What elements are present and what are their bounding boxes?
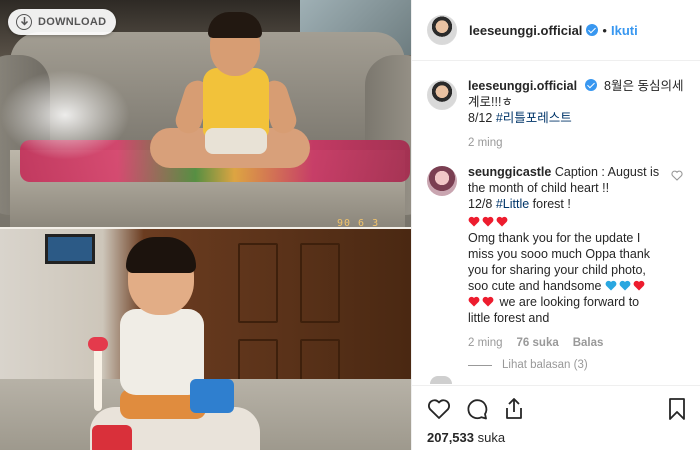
replies-line <box>468 364 492 366</box>
ride-on-toy-handle <box>94 341 102 411</box>
download-label: DOWNLOAD <box>38 16 107 28</box>
heart-icon[interactable] <box>671 170 683 181</box>
child-hair <box>208 12 262 38</box>
caption-line-1: 8월은 동심의세 <box>604 79 684 93</box>
red-heart-emoji <box>482 296 494 307</box>
blue-heart-emoji <box>619 280 631 291</box>
likes-count[interactable]: 207,533 suka <box>427 430 686 445</box>
photo-flash-glare <box>0 70 130 160</box>
caption-text: leeseunggi.official 8월은 동심의세 계로!!!ㅎ 8/12… <box>468 78 683 126</box>
red-heart-emoji <box>482 216 494 227</box>
photo-tv <box>45 234 95 264</box>
comment-meta: 2 ming 76 suka Balas <box>468 337 676 349</box>
verified-icon <box>586 24 599 36</box>
caption-line-2: 계로!!!ㅎ <box>468 95 513 109</box>
caption-time[interactable]: 2 ming <box>468 137 503 149</box>
post-photo[interactable]: 90 6 3 DOWNLOAD <box>0 0 411 450</box>
view-replies[interactable]: Lihat balasan (3) <box>468 359 676 371</box>
comment-time[interactable]: 2 ming <box>468 337 503 349</box>
comment-body-line-4: soo cute and handsome <box>468 279 602 293</box>
comment-body-line-6: little forest and <box>468 311 550 325</box>
comment-line-3-suffix: forest ! <box>529 197 571 211</box>
red-hearts-row <box>468 214 676 230</box>
caption-hashtag[interactable]: #리틀포레스트 <box>496 111 572 125</box>
caption-username[interactable]: leeseunggi.official <box>468 79 577 93</box>
ride-on-toy-handle-top <box>88 337 108 351</box>
red-heart-emoji <box>468 216 480 227</box>
red-heart-emoji <box>468 296 480 307</box>
post-side-panel: leeseunggi.official • Ikuti leeseunggi.o… <box>411 0 700 450</box>
comment-line-2: the month of child heart !! <box>468 181 610 195</box>
comment-username[interactable]: seunggicastle <box>468 165 551 179</box>
caption-body: leeseunggi.official 8월은 동심의세 계로!!!ㅎ 8/12… <box>468 78 683 149</box>
comment-line-3-prefix: 12/8 <box>468 197 496 211</box>
comment-body-line-3: you for sharing your child photo, <box>468 263 646 277</box>
comment-body-line-2: miss you sooo much Oppa thank <box>468 247 651 261</box>
avatar <box>430 376 452 384</box>
blue-heart-emoji <box>605 280 617 291</box>
child-shorts <box>205 128 267 154</box>
comment-icon[interactable] <box>465 397 489 421</box>
action-icons <box>427 396 686 422</box>
view-replies-label: Lihat balasan (3) <box>502 359 588 371</box>
comment-line-1: Caption : August is <box>554 165 660 179</box>
red-heart-emoji <box>633 280 645 291</box>
comment-row: seunggicastle Caption : August is the mo… <box>427 164 685 371</box>
comment-text: seunggicastle Caption : August is the mo… <box>468 164 676 326</box>
bookmark-icon[interactable] <box>668 397 686 421</box>
door-panel <box>238 243 278 323</box>
avatar[interactable] <box>427 166 457 196</box>
comments-list[interactable]: leeseunggi.official 8월은 동심의세 계로!!!ㅎ 8/12… <box>412 62 700 380</box>
download-icon <box>16 14 32 30</box>
comment-likes[interactable]: 76 suka <box>517 337 559 349</box>
comment-body-line-1: Omg thank you for the update I <box>468 231 641 245</box>
share-icon[interactable] <box>503 397 525 421</box>
red-heart-emoji <box>496 216 508 227</box>
comment-body: seunggicastle Caption : August is the mo… <box>468 164 676 371</box>
reply-button[interactable]: Balas <box>573 337 604 349</box>
door-panel <box>300 243 340 323</box>
comment-body-line-5: we are looking forward to <box>496 295 640 309</box>
ride-on-toy-steering <box>190 379 234 413</box>
header-separator: • <box>602 22 607 38</box>
avatar[interactable] <box>427 80 457 110</box>
ride-on-toy-red-part <box>92 425 132 450</box>
follow-button[interactable]: Ikuti <box>611 23 638 38</box>
caption-line-3: 8/12 <box>468 111 496 125</box>
caption-row: leeseunggi.official 8월은 동심의세 계로!!!ㅎ 8/12… <box>427 78 685 149</box>
child-hair <box>126 237 196 273</box>
post-actions: 207,533 suka <box>412 385 700 445</box>
caption-meta: 2 ming <box>468 137 683 149</box>
avatar[interactable] <box>427 15 457 45</box>
childhood-photo-toy <box>0 229 411 450</box>
comment-hashtag[interactable]: #Little <box>496 197 529 211</box>
post-header: leeseunggi.official • Ikuti <box>412 0 700 61</box>
heart-icon[interactable] <box>427 398 451 420</box>
header-username[interactable]: leeseunggi.official <box>469 23 582 38</box>
download-button[interactable]: DOWNLOAD <box>8 9 117 35</box>
likes-word: suka <box>477 430 506 445</box>
verified-icon <box>584 79 597 91</box>
likes-number: 207,533 <box>427 430 474 445</box>
